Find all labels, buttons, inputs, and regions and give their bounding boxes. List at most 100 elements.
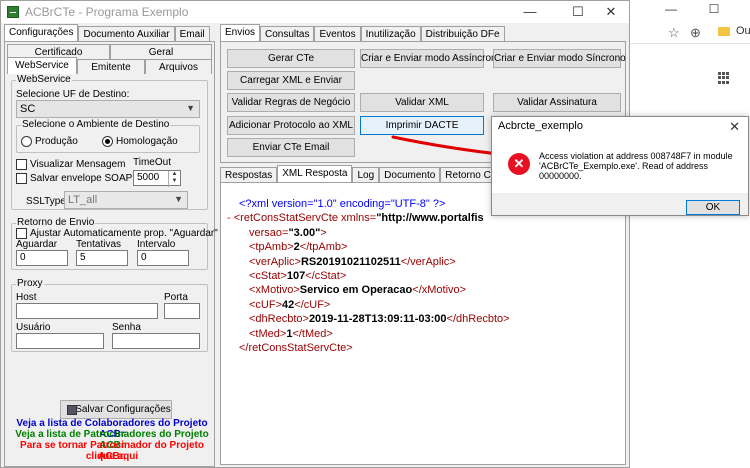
collapse-icon[interactable]: - <box>227 212 231 224</box>
chevron-down-icon: ▼ <box>174 194 183 204</box>
criar-enviar-sincrono-button[interactable]: Criar e Enviar modo Síncrono <box>493 49 626 68</box>
visualizar-mensagem-checkbox[interactable]: Visualizar Mensagem <box>16 159 125 170</box>
webservice-group: WebService Selecione UF de Destino: SC ▼… <box>11 74 208 210</box>
criar-enviar-assincrono-button[interactable]: Criar e Enviar modo Assíncrono <box>360 49 502 68</box>
tab-xml-resposta[interactable]: XML Resposta <box>277 165 353 182</box>
chevron-down-icon: ▼ <box>186 103 195 113</box>
ssltype-select[interactable]: LT_all ▼ <box>64 191 188 209</box>
producao-radio[interactable]: Produção <box>21 136 78 147</box>
aguardar-label: Aguardar <box>16 239 58 250</box>
tab-respostas[interactable]: Respostas <box>220 167 278 182</box>
validar-xml-button[interactable]: Validar XML <box>360 93 484 112</box>
tentativas-label: Tentativas <box>76 239 122 250</box>
browser-title-bar <box>630 0 750 18</box>
tab-distribuicao-dfe[interactable]: Distribuição DFe <box>420 26 505 41</box>
xml-root-attr: xmlns= <box>337 212 377 225</box>
app-logo-icon <box>7 6 19 18</box>
timeout-label: TimeOut <box>133 157 171 168</box>
ok-button[interactable]: OK <box>686 200 740 215</box>
host-label: Host <box>16 292 37 303</box>
xml-open-tag: <tMed> <box>249 327 287 340</box>
xml-close-tag: </xMotivo> <box>412 284 467 297</box>
close-button[interactable]: ✕ <box>591 1 631 23</box>
tab-geral[interactable]: Geral <box>110 44 212 59</box>
porta-input[interactable] <box>164 303 200 319</box>
xml-open-tag: <tpAmb> <box>249 241 294 254</box>
homologacao-radio[interactable]: Homologação <box>102 136 178 147</box>
xml-text-value: Servico em Operacao <box>299 284 413 297</box>
adicionar-protocolo-button[interactable]: Adicionar Protocolo ao XML <box>227 116 355 135</box>
dialog-body: ✕ Access violation at address 008748F7 i… <box>492 137 748 193</box>
browser-minimize-button[interactable]: — <box>657 0 685 18</box>
tab-email[interactable]: Email <box>174 26 210 41</box>
xml-line: <verAplic>RS20191021102511</verAplic> <box>227 255 510 269</box>
uf-select[interactable]: SC ▼ <box>16 100 200 118</box>
ambiente-group: Selecione o Ambiente de Destino Produção… <box>16 119 200 153</box>
tab-emitente[interactable]: Emitente <box>77 59 145 74</box>
porta-label: Porta <box>164 292 188 303</box>
tab-documento-auxiliar[interactable]: Documento Auxiliar <box>78 26 175 41</box>
minimize-button[interactable]: — <box>510 1 550 23</box>
xml-root-attr-value: "http://www.portalfis <box>376 212 484 225</box>
patrocinador-link-line2[interactable]: clique aqui <box>5 451 219 462</box>
tab-eventos[interactable]: Eventos <box>314 26 361 41</box>
xml-versao-value: "3.00" <box>288 226 321 239</box>
apps-grid-icon[interactable] <box>718 72 730 84</box>
tab-arquivos[interactable]: Arquivos <box>145 59 212 74</box>
dialog-title: Acbrcte_exemplo <box>492 117 748 137</box>
error-icon: ✕ <box>508 153 530 175</box>
xml-line: <xMotivo>Servico em Operacao</xMotivo> <box>227 283 510 297</box>
xml-open-tag: <cStat> <box>249 269 287 282</box>
usuario-label: Usuário <box>16 322 51 333</box>
right-tabs: Envios Consultas Eventos Inutilização Di… <box>220 24 505 41</box>
carregar-xml-button[interactable]: Carregar XML e Enviar <box>227 71 355 90</box>
xml-line: <cUF>42</cUF> <box>227 298 510 312</box>
tab-consultas[interactable]: Consultas <box>260 26 315 41</box>
enviar-cte-email-button[interactable]: Enviar CTe Email <box>227 138 355 157</box>
xml-viewer: <?xml version="1.0" encoding="UTF-8" ?> … <box>227 197 510 355</box>
title-bar: ACBrCTe - Programa Exemplo — ☐ ✕ <box>1 1 629 23</box>
xml-close-tag: </cStat> <box>305 269 347 282</box>
timeout-input[interactable]: 5000 ▲ ▼ <box>133 170 181 187</box>
bookmark-folder-label[interactable]: Ou <box>736 25 750 37</box>
tab-log[interactable]: Log <box>352 167 380 182</box>
ajustar-checkbox[interactable]: Ajustar Automaticamente prop. "Aguardar" <box>16 228 218 239</box>
xml-elements: <tpAmb>2</tpAmb> <verAplic>RS201910211025… <box>227 240 510 341</box>
ssltype-label: SSLType <box>26 196 66 207</box>
error-dialog: Acbrcte_exemplo ✕ ✕ Access violation at … <box>491 116 749 216</box>
salvar-configuracoes-button[interactable]: Salvar Configurações <box>60 400 172 419</box>
salvar-envelope-checkbox[interactable]: Salvar envelope SOAP <box>16 173 132 184</box>
host-input[interactable] <box>16 303 158 319</box>
usuario-input[interactable] <box>16 333 104 349</box>
xml-close-tag: </tpAmb> <box>299 241 348 254</box>
validar-assinatura-button[interactable]: Validar Assinatura <box>493 93 621 112</box>
retorno-group-title: Retorno de Envio <box>16 217 96 228</box>
proxy-group-title: Proxy <box>16 278 44 289</box>
profile-icon[interactable]: ⊕ <box>690 25 701 41</box>
tab-configuracoes[interactable]: Configurações <box>4 24 79 41</box>
tab-inutilizacao[interactable]: Inutilização <box>360 26 421 41</box>
save-icon <box>67 405 77 415</box>
senha-input[interactable] <box>112 333 200 349</box>
senha-label: Senha <box>112 322 141 333</box>
validar-regras-button[interactable]: Validar Regras de Negócio <box>227 93 355 112</box>
dialog-close-button[interactable]: ✕ <box>729 119 740 135</box>
xml-versao-attr: versao= <box>249 226 289 239</box>
tab-webservice[interactable]: WebService <box>7 57 77 74</box>
intervalo-label: Intervalo <box>137 239 176 250</box>
aguardar-input[interactable]: 0 <box>16 250 68 266</box>
timeout-spinner[interactable]: ▲ ▼ <box>168 171 180 187</box>
xml-close-tag: </tMed> <box>292 327 333 340</box>
browser-maximize-button[interactable]: ☐ <box>700 0 728 18</box>
xml-open-tag: <xMotivo> <box>249 284 300 297</box>
gerar-cte-button[interactable]: Gerar CTe <box>227 49 355 68</box>
star-icon[interactable]: ☆ <box>668 25 680 41</box>
bookmark-folder-icon[interactable] <box>718 27 730 36</box>
xml-line: <dhRecbto>2019-11-28T13:09:11-03:00</dhR… <box>227 312 510 326</box>
tab-envios[interactable]: Envios <box>220 24 261 41</box>
intervalo-input[interactable]: 0 <box>137 250 189 266</box>
xml-root-close: </retConsStatServCte> <box>239 341 353 354</box>
tab-documento[interactable]: Documento <box>379 167 441 182</box>
tentativas-input[interactable]: 5 <box>76 250 128 266</box>
window-title: ACBrCTe - Programa Exemplo <box>25 5 189 19</box>
